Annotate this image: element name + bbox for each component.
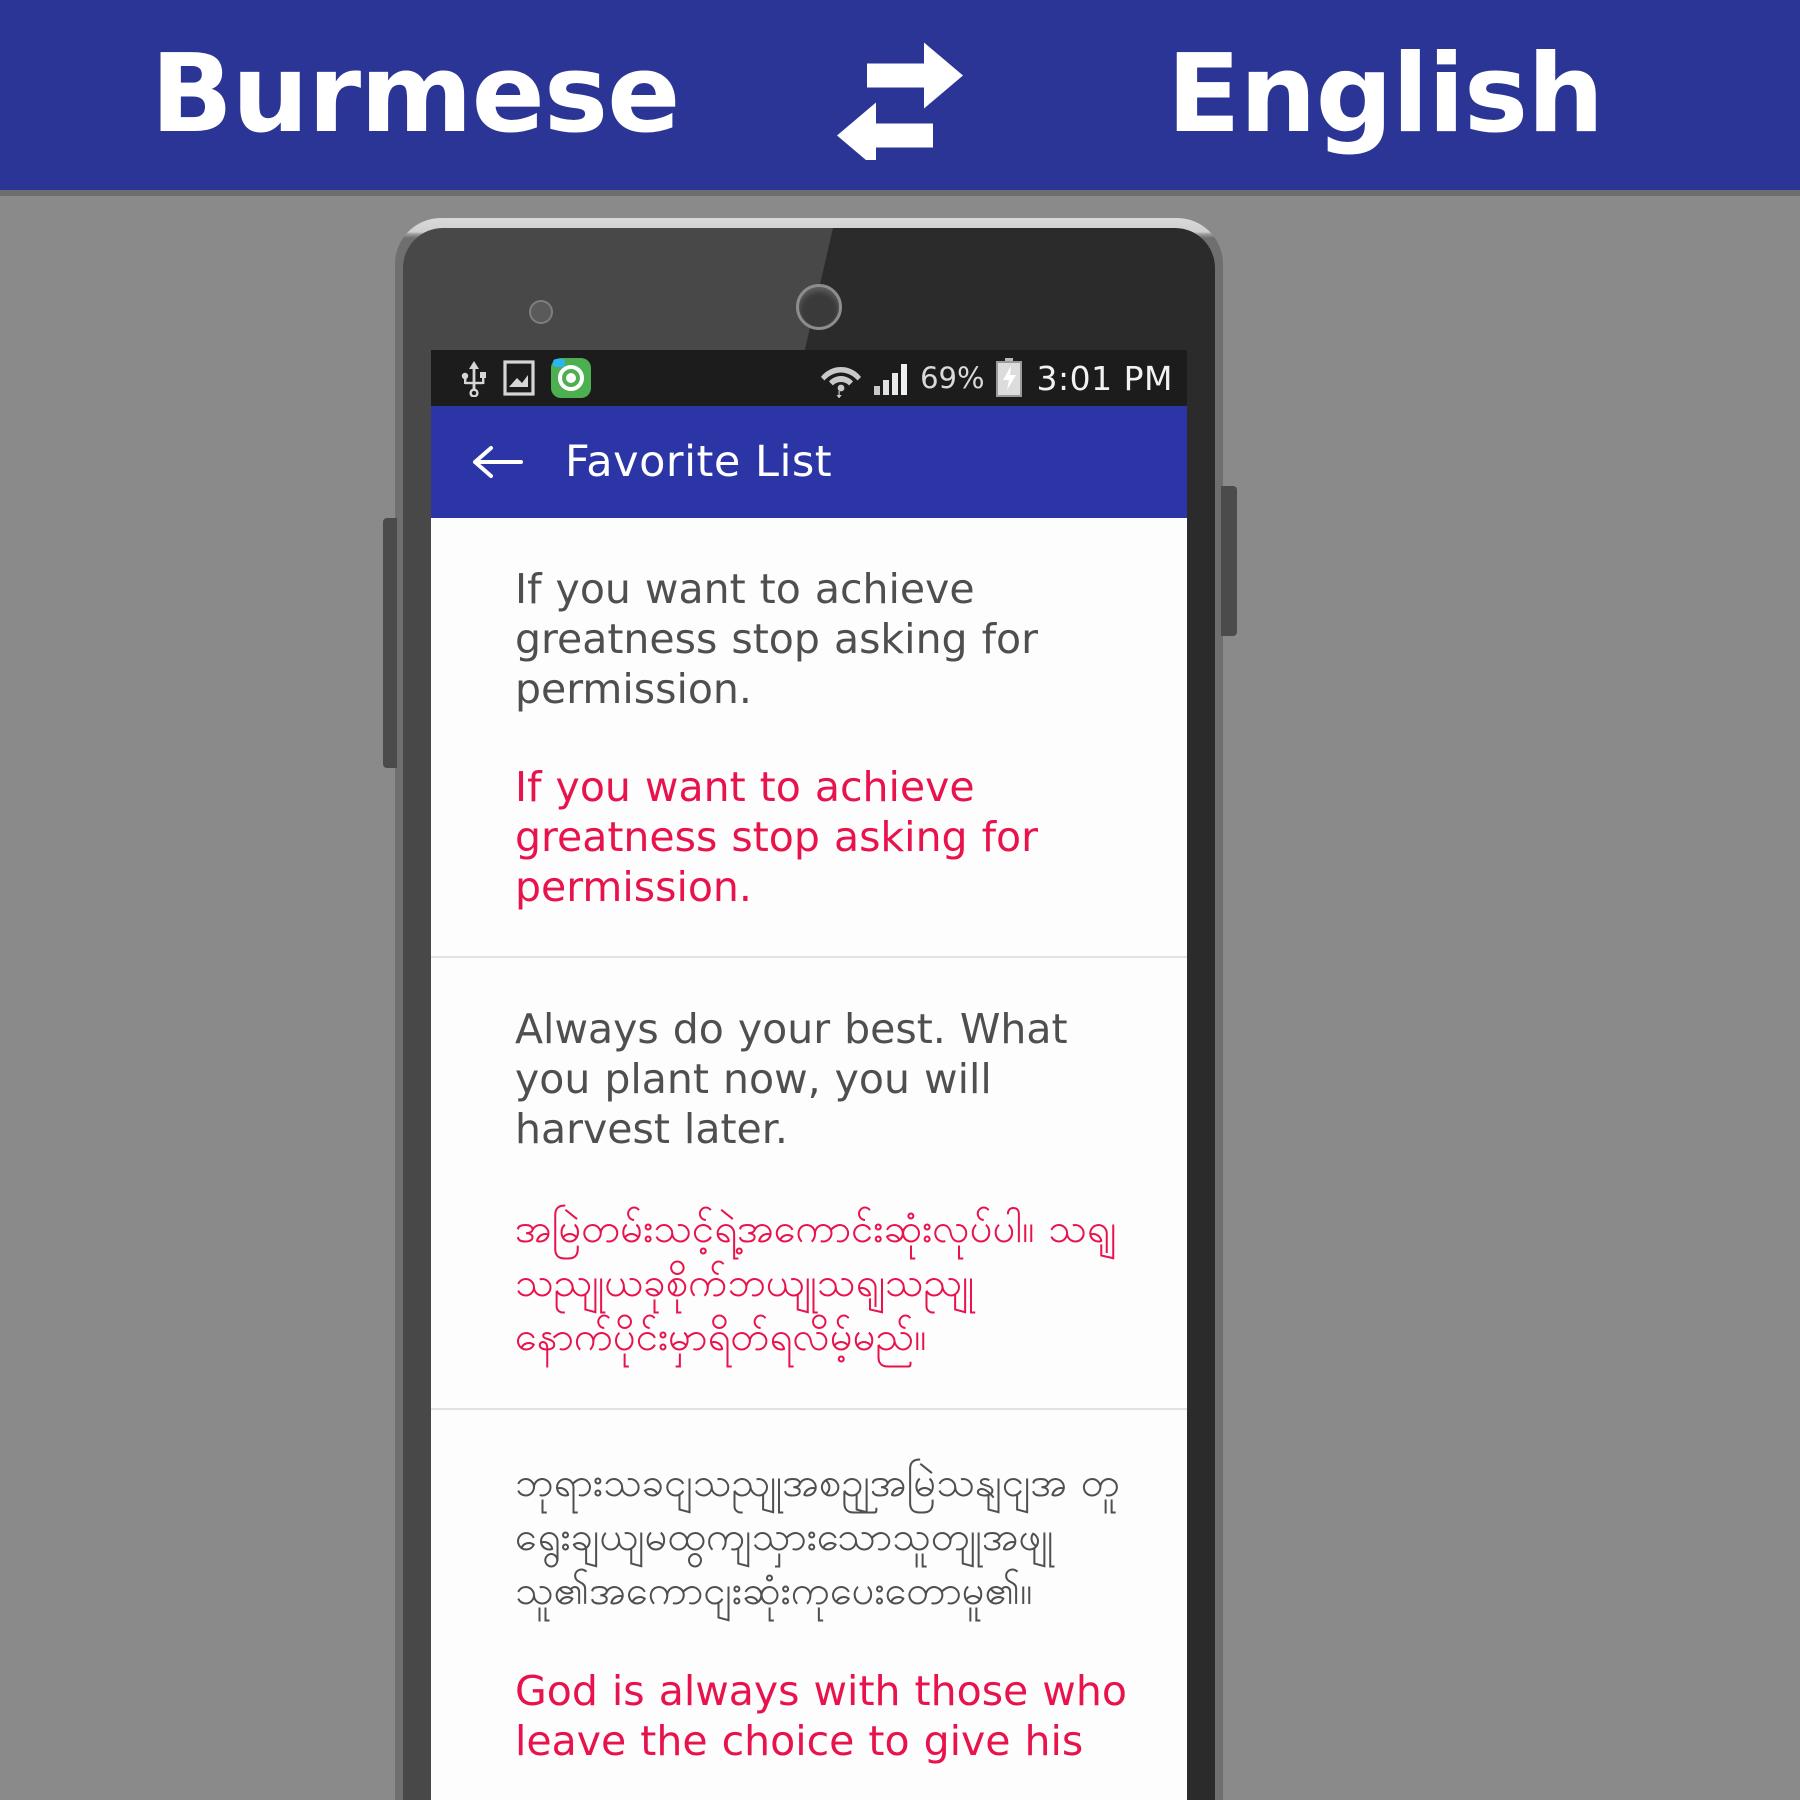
power-button[interactable] xyxy=(1221,486,1237,636)
recording-app-icon xyxy=(551,358,591,398)
favorite-translated-text: God is always with those who leave the c… xyxy=(515,1667,1127,1766)
banner-divider xyxy=(0,190,1800,196)
language-banner: Burmese English xyxy=(0,0,1800,190)
phone-top-face xyxy=(411,236,1207,358)
status-bar: 69% 3:01 PM xyxy=(431,350,1187,406)
phone-screen: 69% 3:01 PM Favorite List If you want to… xyxy=(431,350,1187,1800)
app-toolbar: Favorite List xyxy=(431,406,1187,518)
favorite-list[interactable]: If you want to achieve greatness stop as… xyxy=(431,518,1187,1800)
front-camera-icon xyxy=(796,284,842,330)
battery-charging-icon xyxy=(995,358,1022,397)
swap-repeat-icon[interactable] xyxy=(825,30,975,160)
phone-mockup: 69% 3:01 PM Favorite List If you want to… xyxy=(383,218,1237,1800)
list-item[interactable]: If you want to achieve greatness stop as… xyxy=(431,518,1187,959)
usb-icon xyxy=(461,361,486,397)
screenshot-icon xyxy=(503,360,535,396)
recording-app-ring xyxy=(558,365,584,391)
battery-percent-label: 69% xyxy=(920,361,985,395)
volume-button[interactable] xyxy=(383,518,397,768)
list-item[interactable]: Always do your best. What you plant now,… xyxy=(431,958,1187,1411)
clock-label: 3:01 PM xyxy=(1036,358,1173,398)
favorite-source-text: If you want to achieve greatness stop as… xyxy=(515,565,1038,714)
status-bar-right-icons: 69% 3:01 PM xyxy=(820,358,1173,398)
list-item[interactable]: ဘုရားသခငျသညျုအစဉျအမြဲသနျငျအ တူရွေးချယျမထ… xyxy=(431,1410,1187,1800)
recording-app-dot xyxy=(566,373,576,383)
target-language-label: English xyxy=(1166,32,1604,157)
front-sensor-icon xyxy=(529,300,553,324)
recording-app-badge xyxy=(553,359,565,367)
favorite-source-text: ဘုရားသခငျသညျုအစဉျအမြဲသနျငျအ တူရွေးချယျမထ… xyxy=(515,1460,1120,1615)
wifi-icon xyxy=(821,367,862,398)
favorite-translated-text: If you want to achieve greatness stop as… xyxy=(515,763,1038,912)
page-title: Favorite List xyxy=(565,437,833,487)
swap-repeat-icon-svg xyxy=(837,42,963,160)
status-bar-left-icons xyxy=(461,358,591,398)
cellular-signal-icon xyxy=(874,364,908,395)
source-language-label: Burmese xyxy=(150,32,681,157)
back-arrow-icon[interactable] xyxy=(471,442,523,482)
favorite-source-text: Always do your best. What you plant now,… xyxy=(515,1005,1068,1154)
favorite-translated-text: အမြဲတမ်းသင့်ရဲ့အကောင်းဆုံးလုပ်ပါ။ သရျသညျ… xyxy=(515,1206,1117,1361)
